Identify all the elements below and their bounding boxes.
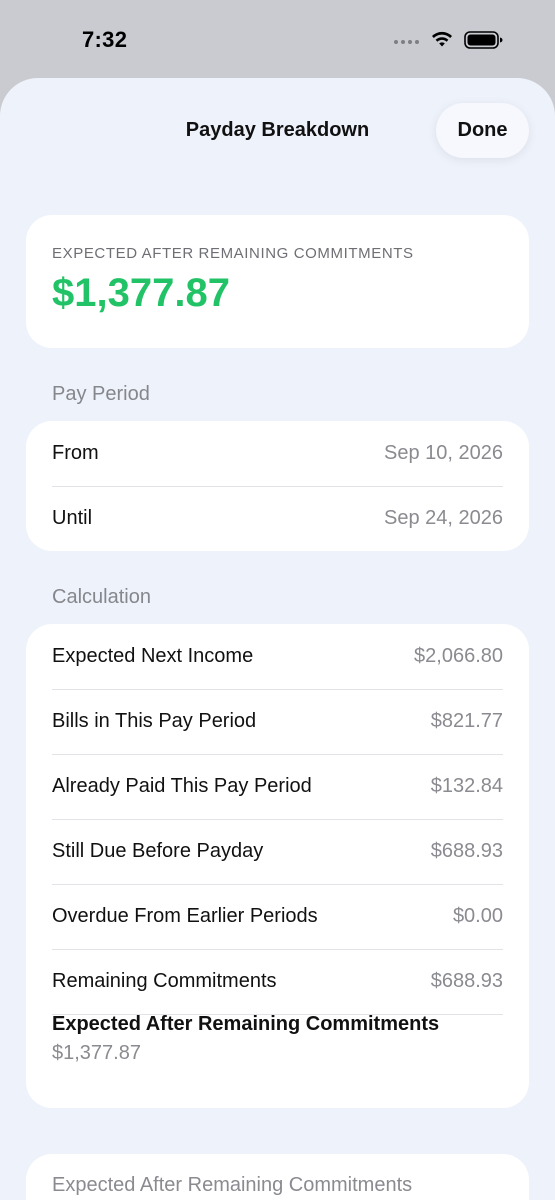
calculation-header: Calculation xyxy=(52,586,151,608)
calc-row-bills-in-period: Bills in This Pay Period $821.77 xyxy=(52,689,503,755)
row-value: $132.84 xyxy=(430,775,503,797)
calc-row-remaining-commitments: Remaining Commitments $688.93 xyxy=(52,949,503,1015)
row-value: Sep 10, 2026 xyxy=(384,442,503,464)
pay-period-card: From Sep 10, 2026 Until Sep 24, 2026 xyxy=(26,421,529,551)
pay-period-row-from: From Sep 10, 2026 xyxy=(52,421,503,487)
final-value: $1,377.87 xyxy=(52,1042,141,1064)
row-value: $688.93 xyxy=(430,840,503,862)
pay-period-header: Pay Period xyxy=(52,383,150,405)
status-time: 7:32 xyxy=(82,27,128,52)
row-value: $688.93 xyxy=(430,970,503,992)
calc-row-already-paid: Already Paid This Pay Period $132.84 xyxy=(52,754,503,820)
calculation-card: Expected Next Income $2,066.80 Bills in … xyxy=(26,624,529,1108)
calc-row-still-due: Still Due Before Payday $688.93 xyxy=(52,819,503,885)
done-button[interactable]: Done xyxy=(436,103,529,158)
row-value: $821.77 xyxy=(430,710,503,732)
battery-icon xyxy=(464,31,503,49)
row-value: $2,066.80 xyxy=(414,645,503,667)
calc-row-expected-next-income: Expected Next Income $2,066.80 xyxy=(52,624,503,690)
row-value: Sep 24, 2026 xyxy=(384,507,503,529)
wifi-icon xyxy=(432,31,452,47)
payday-breakdown-sheet: Payday Breakdown Done EXPECTED AFTER REM… xyxy=(0,78,555,1200)
row-label: From xyxy=(52,442,99,464)
signal-dots-icon xyxy=(394,40,419,44)
row-label: Until xyxy=(52,507,93,529)
summary-card: EXPECTED AFTER REMAINING COMMITMENTS $1,… xyxy=(26,215,529,348)
bottom-card: Expected After Remaining Commitments xyxy=(26,1154,529,1200)
bottom-card-label: Expected After Remaining Commitments xyxy=(52,1174,413,1196)
row-label: Remaining Commitments xyxy=(52,970,277,992)
summary-amount: $1,377.87 xyxy=(52,271,230,315)
final-label: Expected After Remaining Commitments xyxy=(52,1013,440,1035)
summary-label: EXPECTED AFTER REMAINING COMMITMENTS xyxy=(52,245,414,262)
calc-row-overdue: Overdue From Earlier Periods $0.00 xyxy=(52,884,503,950)
row-value: $0.00 xyxy=(452,905,503,927)
status-bar: 7:32 xyxy=(0,0,555,80)
pay-period-row-until: Until Sep 24, 2026 xyxy=(52,486,503,551)
row-label: Overdue From Earlier Periods xyxy=(52,905,318,927)
row-label: Bills in This Pay Period xyxy=(52,710,257,732)
row-label: Already Paid This Pay Period xyxy=(52,775,312,797)
calc-final-row: Expected After Remaining Commitments $1,… xyxy=(52,1013,439,1065)
row-label: Expected Next Income xyxy=(52,645,254,667)
row-label: Still Due Before Payday xyxy=(52,840,264,862)
